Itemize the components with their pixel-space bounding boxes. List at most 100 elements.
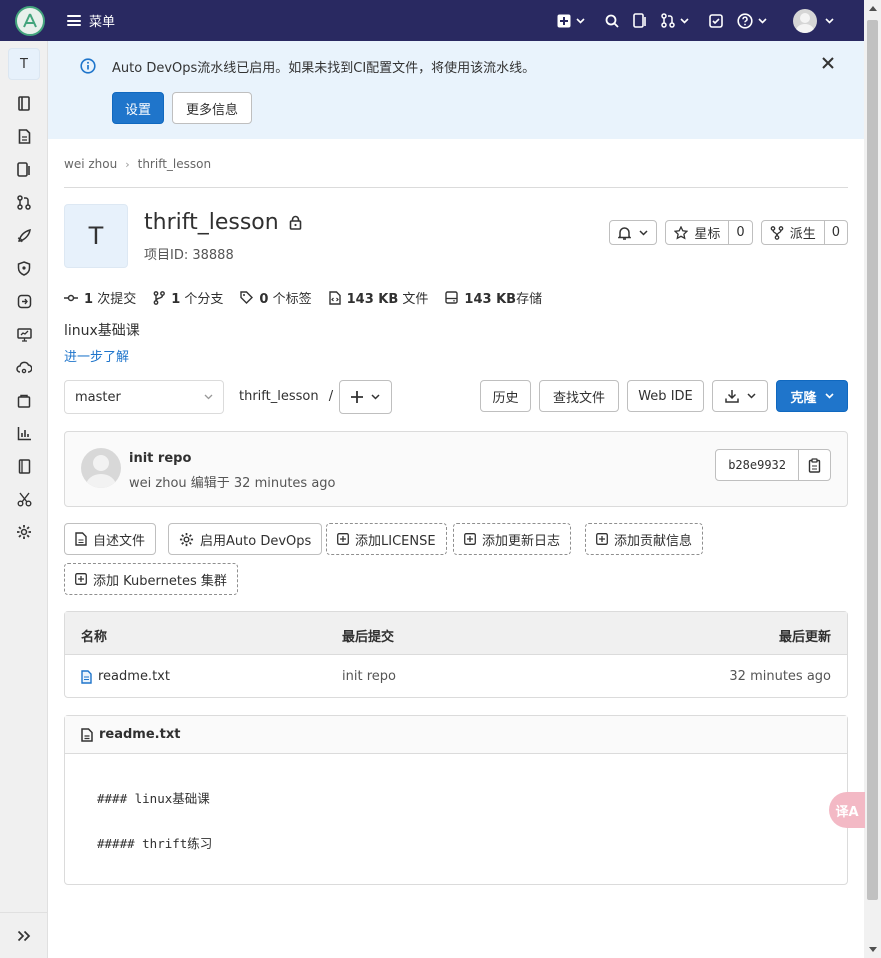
- todos-button[interactable]: [709, 13, 723, 28]
- merge-request-icon[interactable]: [16, 194, 32, 210]
- alert-settings-button[interactable]: 设置: [112, 92, 164, 124]
- web-ide-button[interactable]: Web IDE: [627, 380, 704, 412]
- files-stat[interactable]: 143 KB 文件: [328, 288, 428, 307]
- commit-title[interactable]: init repo: [129, 451, 191, 466]
- repo-path-project[interactable]: thrift_lesson: [239, 389, 319, 404]
- wiki-book-icon[interactable]: [16, 458, 32, 474]
- star-button[interactable]: 星标: [666, 221, 728, 244]
- star-count[interactable]: 0: [728, 221, 751, 244]
- download-icon: [724, 390, 739, 403]
- readme-button-label: 自述文件: [93, 533, 146, 549]
- commit-sha[interactable]: b28e9932: [716, 450, 798, 480]
- chevron-down-icon: [204, 394, 213, 400]
- cloud-gear-icon[interactable]: [16, 359, 32, 375]
- file-last-commit[interactable]: init repo: [342, 669, 396, 684]
- branch-selector[interactable]: master: [64, 380, 224, 414]
- add-contributing-button[interactable]: 添加贡献信息: [585, 523, 704, 555]
- alert-more-info-button[interactable]: 更多信息: [172, 92, 252, 124]
- project-avatar[interactable]: T: [8, 48, 40, 80]
- add-kubernetes-cluster-label: 添加 Kubernetes 集群: [93, 573, 227, 589]
- add-kubernetes-cluster-button[interactable]: 添加 Kubernetes 集群: [64, 563, 238, 595]
- branch-icon: [153, 290, 166, 305]
- main-menu-button[interactable]: 菜单: [67, 11, 115, 30]
- file-code-icon: [328, 290, 341, 305]
- alert-close-button[interactable]: [822, 57, 834, 73]
- storage-label: 存储: [516, 292, 543, 307]
- breadcrumb-project[interactable]: thrift_lesson: [138, 157, 211, 171]
- rocket-icon[interactable]: [16, 227, 32, 243]
- add-changelog-button[interactable]: 添加更新日志: [453, 523, 572, 555]
- user-menu-button[interactable]: [793, 8, 834, 33]
- issues-icon[interactable]: [16, 161, 32, 177]
- page-scrollbar[interactable]: [864, 0, 881, 958]
- commits-label: 次提交: [97, 292, 137, 307]
- deployments-icon[interactable]: [16, 293, 32, 309]
- branches-label: 个分支: [184, 292, 224, 307]
- translate-float-button[interactable]: 译A: [829, 792, 865, 828]
- merge-requests-button[interactable]: [661, 13, 689, 28]
- new-dropdown-button[interactable]: [557, 14, 585, 28]
- plus-square-icon: [557, 14, 571, 27]
- commits-count: 1: [84, 292, 94, 307]
- document-icon: [81, 727, 93, 742]
- settings-gear-icon[interactable]: [16, 524, 32, 540]
- history-button[interactable]: 历史: [480, 380, 531, 412]
- notification-dropdown[interactable]: [609, 220, 658, 245]
- project-name: thrift_lesson: [144, 210, 279, 235]
- file-tree-table: 名称 最后提交 最后更新 readme.txt init repo 32 min…: [64, 611, 848, 698]
- chevron-right-icon: ›: [125, 157, 130, 171]
- add-license-button[interactable]: 添加LICENSE: [326, 523, 447, 555]
- commits-stat[interactable]: 1 次提交: [64, 288, 136, 307]
- branches-stat[interactable]: 1 个分支: [153, 288, 223, 307]
- storage-size: 143 KB: [464, 292, 517, 307]
- add-to-tree-dropdown[interactable]: [339, 380, 392, 414]
- enable-auto-devops-button[interactable]: 启用Auto DevOps: [168, 523, 323, 555]
- table-header: 名称 最后提交 最后更新: [65, 612, 847, 655]
- merge-request-icon: [661, 13, 675, 28]
- chevron-down-icon: [371, 394, 380, 400]
- package-icon[interactable]: [16, 392, 32, 408]
- chevron-down-icon: [824, 393, 834, 399]
- chevron-down-icon: [746, 393, 756, 399]
- shield-icon[interactable]: [16, 260, 32, 276]
- learn-more-link[interactable]: 进一步了解: [64, 346, 129, 365]
- readme-filename[interactable]: readme.txt: [99, 727, 180, 742]
- app-logo-icon[interactable]: [15, 5, 45, 36]
- search-button[interactable]: [605, 14, 619, 28]
- info-icon: [80, 58, 96, 74]
- plus-square-icon: [337, 533, 349, 545]
- scroll-up-arrow-icon[interactable]: [869, 6, 877, 11]
- document-icon[interactable]: [16, 128, 32, 144]
- issues-icon: [633, 13, 646, 28]
- analytics-icon[interactable]: [16, 425, 32, 441]
- table-row[interactable]: readme.txt init repo 32 minutes ago: [65, 655, 847, 697]
- download-dropdown[interactable]: [712, 380, 768, 412]
- readme-button[interactable]: 自述文件: [64, 523, 157, 555]
- help-button[interactable]: [737, 12, 767, 29]
- file-last-update: 32 minutes ago: [729, 669, 831, 684]
- fork-button[interactable]: 派生: [762, 221, 824, 244]
- breadcrumb-owner[interactable]: wei zhou: [64, 157, 117, 171]
- find-file-button[interactable]: 查找文件: [539, 380, 619, 412]
- tags-stat[interactable]: 0 个标签: [240, 288, 312, 307]
- issues-button[interactable]: [633, 13, 647, 28]
- monitor-icon[interactable]: [16, 326, 32, 342]
- snippets-scissors-icon[interactable]: [16, 491, 32, 507]
- scroll-thumb[interactable]: [867, 20, 878, 900]
- collapse-sidebar-button[interactable]: [0, 912, 48, 958]
- clone-dropdown[interactable]: 克隆: [776, 380, 848, 412]
- column-header-last-update: 最后更新: [778, 630, 831, 645]
- scroll-down-arrow-icon[interactable]: [869, 947, 877, 952]
- tag-icon: [240, 291, 254, 304]
- file-name-link[interactable]: readme.txt: [98, 669, 170, 684]
- breadcrumb: wei zhou › thrift_lesson: [64, 157, 211, 171]
- commit-author-avatar[interactable]: [81, 448, 121, 488]
- copy-sha-button[interactable]: [798, 450, 830, 480]
- double-chevron-right-icon: [17, 930, 31, 941]
- repo-path: thrift_lesson /: [239, 389, 333, 404]
- plus-square-icon: [75, 573, 87, 585]
- fork-count[interactable]: 0: [823, 221, 847, 244]
- chevron-down-icon: [825, 17, 834, 24]
- repository-icon[interactable]: [16, 95, 32, 111]
- search-icon: [605, 14, 619, 28]
